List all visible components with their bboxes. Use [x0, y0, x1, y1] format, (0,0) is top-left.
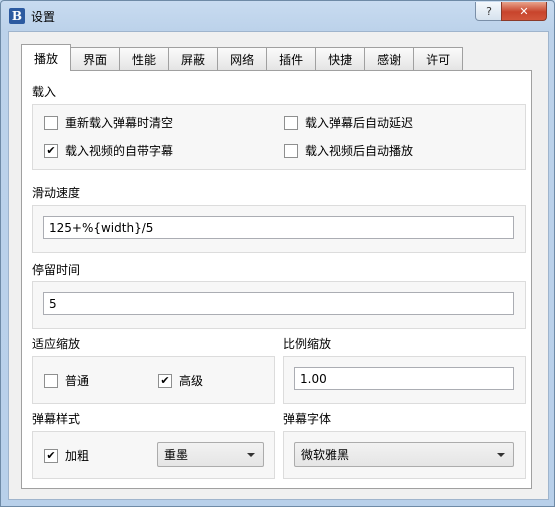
settings-window: B 设置 ? ✕ 播放 界面 性能 屏蔽 网络 插件 快捷 感谢 许可 载入 重… — [0, 0, 555, 507]
chevron-down-icon — [247, 453, 255, 457]
scroll-speed-input[interactable]: 125+%{width}/5 — [43, 216, 514, 239]
danmaku-font-group: 微软雅黑 — [283, 431, 526, 479]
stay-time-input[interactable]: 5 — [43, 292, 514, 315]
close-button[interactable]: ✕ — [501, 2, 547, 21]
tab-block[interactable]: 屏蔽 — [168, 47, 219, 70]
tab-thanks[interactable]: 感谢 — [364, 47, 415, 70]
checkbox-label: 加粗 — [65, 449, 90, 463]
scroll-speed-group: 125+%{width}/5 — [32, 205, 526, 253]
font-dropdown[interactable]: 微软雅黑 — [294, 442, 514, 467]
help-button[interactable]: ? — [475, 2, 503, 21]
load-section-title: 载入 — [32, 85, 57, 99]
window-title: 设置 — [31, 10, 56, 24]
load-embedded-subtitles-checkbox[interactable]: ✔ 载入视频的自带字幕 — [44, 142, 173, 159]
clear-on-reload-checkbox[interactable]: 重新载入弹幕时清空 — [44, 114, 173, 131]
checkbox-label: 载入弹幕后自动延迟 — [305, 116, 414, 130]
checkbox-label: 高级 — [179, 374, 204, 388]
checkmark-icon: ✔ — [44, 448, 58, 463]
effect-dropdown-value: 重墨 — [164, 448, 189, 462]
chevron-down-icon — [497, 453, 505, 457]
advanced-scale-checkbox[interactable]: ✔ 高级 — [158, 372, 203, 389]
checkbox-box — [284, 143, 298, 158]
tab-license[interactable]: 许可 — [413, 47, 464, 70]
tab-playback[interactable]: 播放 — [21, 44, 72, 71]
tab-network[interactable]: 网络 — [217, 47, 268, 70]
tab-interface[interactable]: 界面 — [70, 47, 121, 70]
tab-shortcuts[interactable]: 快捷 — [315, 47, 366, 70]
checkbox-label: 载入视频的自带字幕 — [65, 144, 174, 158]
ratio-scale-title: 比例缩放 — [283, 337, 332, 351]
checkbox-label: 普通 — [65, 374, 90, 388]
checkbox-box — [44, 373, 58, 388]
auto-delay-checkbox[interactable]: 载入弹幕后自动延迟 — [284, 114, 413, 131]
checkmark-icon: ✔ — [158, 373, 172, 388]
checkbox-box — [44, 115, 58, 130]
dialog-client-area: 播放 界面 性能 屏蔽 网络 插件 快捷 感谢 许可 载入 重新载入弹幕时清空 … — [8, 31, 549, 500]
auto-play-checkbox[interactable]: 载入视频后自动播放 — [284, 142, 413, 159]
checkbox-label: 载入视频后自动播放 — [305, 144, 414, 158]
ratio-scale-input[interactable]: 1.00 — [294, 367, 514, 390]
adapt-scale-title: 适应缩放 — [32, 337, 81, 351]
playback-panel: 载入 重新载入弹幕时清空 载入弹幕后自动延迟 ✔ 载入视频的自带字幕 载入视频后… — [21, 70, 532, 489]
title-bar[interactable]: B 设置 ? ✕ — [1, 1, 554, 31]
stay-time-group: 5 — [32, 281, 526, 329]
adapt-scale-group: 普通 ✔ 高级 — [32, 356, 275, 404]
load-group: 重新载入弹幕时清空 载入弹幕后自动延迟 ✔ 载入视频的自带字幕 载入视频后自动播… — [32, 104, 526, 170]
scroll-speed-title: 滑动速度 — [32, 186, 81, 200]
danmaku-style-title: 弹幕样式 — [32, 412, 81, 426]
checkbox-label: 重新载入弹幕时清空 — [65, 116, 174, 130]
normal-scale-checkbox[interactable]: 普通 — [44, 372, 89, 389]
checkmark-icon: ✔ — [44, 143, 58, 158]
bold-checkbox[interactable]: ✔ 加粗 — [44, 447, 89, 464]
app-logo-icon: B — [9, 8, 25, 24]
danmaku-font-title: 弹幕字体 — [283, 412, 332, 426]
tab-plugins[interactable]: 插件 — [266, 47, 317, 70]
font-dropdown-value: 微软雅黑 — [301, 448, 350, 462]
checkbox-box — [284, 115, 298, 130]
danmaku-style-group: ✔ 加粗 重墨 — [32, 431, 275, 479]
tab-bar: 播放 界面 性能 屏蔽 网络 插件 快捷 感谢 许可 — [21, 44, 464, 71]
tab-performance[interactable]: 性能 — [119, 47, 170, 70]
stay-time-title: 停留时间 — [32, 263, 81, 277]
effect-dropdown[interactable]: 重墨 — [157, 442, 264, 467]
ratio-scale-group: 1.00 — [283, 356, 526, 404]
